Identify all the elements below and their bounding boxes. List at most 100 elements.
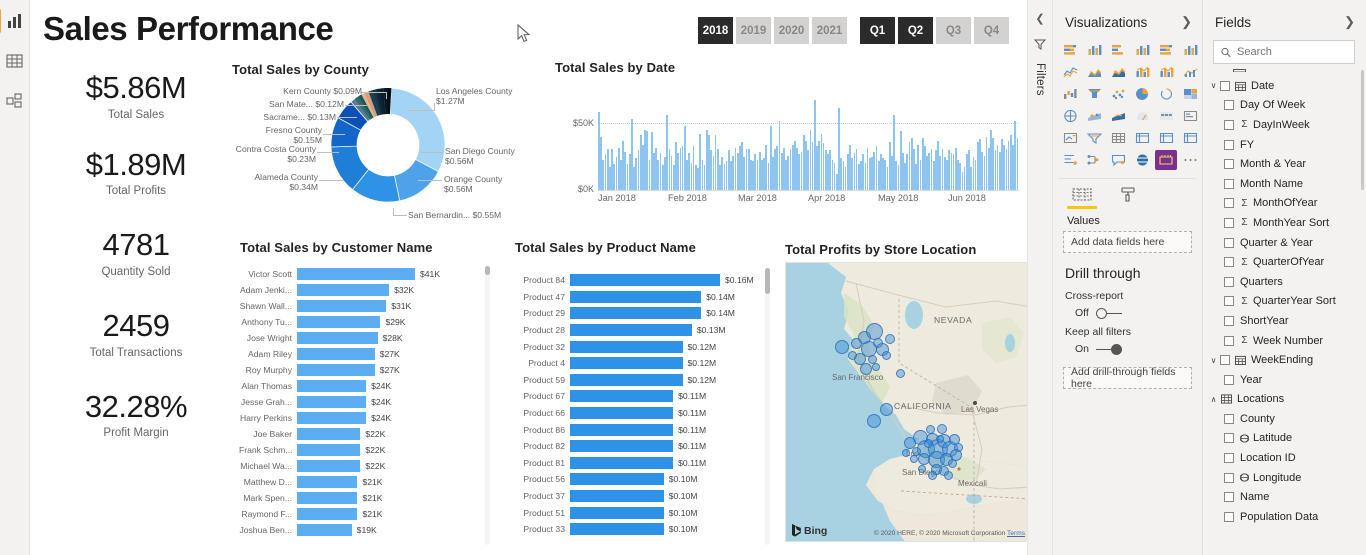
field-checkbox[interactable] [1224,139,1234,150]
bar-row[interactable]: Product 37 $0.10M [514,488,754,505]
bar-row[interactable]: Adam Riley $27K [239,346,440,362]
bar-row[interactable]: Shawn Wall... $31K [239,298,440,314]
field-row-county[interactable]: County [1203,409,1365,429]
stacked-column-chart-icon[interactable] [1083,40,1105,60]
date-bar[interactable] [1016,137,1019,190]
bar[interactable] [297,476,358,488]
map-bubble[interactable] [923,438,933,448]
map-bubble[interactable] [867,414,881,428]
map-bubble[interactable] [937,424,947,434]
map-bubble[interactable] [895,368,905,378]
bar[interactable] [297,428,361,440]
field-row-quarter-year[interactable]: Quarter & Year [1203,233,1365,253]
field-checkbox[interactable] [1224,178,1234,189]
bar-row[interactable]: Joe Baker $22K [239,426,440,442]
kpi-card-quantity-sold[interactable]: 4781 Quantity Sold [50,227,222,278]
collapse-filters-chevron-icon[interactable]: ❮ [1035,12,1044,25]
bar[interactable] [570,506,664,519]
bar-row[interactable]: Product 86 $0.11M [514,421,754,438]
field-checkbox[interactable] [1224,453,1234,464]
chevron-down-icon[interactable]: ∨ [1207,81,1220,90]
card-icon[interactable] [1155,106,1177,126]
bar-row[interactable]: Victor Scott $41K [239,266,440,282]
field-checkbox[interactable] [1224,511,1234,522]
shape-map-icon[interactable] [1107,106,1129,126]
gauge-icon[interactable] [1131,106,1153,126]
bar[interactable] [297,300,387,312]
quarter-slicer-option-q4[interactable]: Q4 [974,17,1009,44]
map-bubble[interactable] [879,402,893,416]
donut-chart-icon[interactable] [1155,84,1177,104]
bar[interactable] [297,492,358,504]
stacked-area-chart-icon[interactable] [1107,62,1129,82]
field-row-population-data[interactable]: Population Data [1203,507,1365,527]
field-row-date[interactable]: ∨ Date [1203,76,1365,96]
map-bubble[interactable] [947,458,957,468]
bar[interactable] [297,396,367,408]
bar[interactable] [297,364,375,376]
map-bubble[interactable] [847,350,857,360]
field-checkbox[interactable] [1224,472,1234,483]
field-row-fy[interactable]: FY [1203,135,1365,155]
100-stacked-bar-chart-icon[interactable] [1155,40,1177,60]
field-row-locations[interactable]: ∧ Locations [1203,390,1365,410]
bar[interactable] [297,316,381,328]
donut-chart[interactable] [327,84,449,206]
visual-total-sales-by-product-name[interactable]: Total Sales by Product Name Product 84 $0… [512,240,774,545]
product-chart-scrollbar[interactable] [765,268,770,545]
field-checkbox[interactable] [1224,276,1234,287]
bar-row[interactable]: Product 4 $0.12M [514,355,754,372]
visual-total-sales-by-customer-name[interactable]: Total Sales by Customer Name Victor Scot… [237,240,490,545]
quarter-slicer-option-q2[interactable]: Q2 [898,17,933,44]
kpi-card-total-profits[interactable]: $1.89M Total Profits [50,147,222,198]
bar-row[interactable]: Raymond F... $21K [239,506,440,522]
r-script-visual-icon[interactable] [1155,128,1177,148]
kpi-card-total-transactions[interactable]: 2459 Total Transactions [50,308,222,359]
treemap-icon[interactable] [1179,84,1201,104]
map-terms-link[interactable]: Terms [1007,530,1025,537]
year-slicer-option-2018[interactable]: 2018 [698,17,733,44]
date-bar-series[interactable] [598,94,1019,190]
field-checkbox[interactable] [1220,80,1230,91]
qa-visual-icon[interactable] [1107,150,1129,170]
field-checkbox[interactable] [1224,217,1234,228]
bar[interactable] [297,460,361,472]
bar-row[interactable]: Product 59 $0.12M [514,372,754,389]
arcgis-map-icon[interactable] [1131,150,1153,170]
product-bar-series[interactable]: Product 84 $0.16M Product 47 $0.14M Product … [514,272,754,538]
bar-row[interactable]: Product 82 $0.11M [514,438,754,455]
bar-row[interactable]: Adam Jenki... $32K [239,282,440,298]
bar-row[interactable]: Frank Schm... $22K [239,442,440,458]
bar-row[interactable]: Mark Spen... $21K [239,490,440,506]
line-clustered-column-chart-icon[interactable] [1155,62,1177,82]
field-checkbox[interactable] [1224,335,1234,346]
visual-total-profits-by-store-location[interactable]: Total Profits by Store Location NEVADA C… [782,242,1027,547]
keep-all-filters-toggle-row[interactable]: On [1053,340,1202,355]
field-row-monthyear-sort[interactable]: Σ MonthYear Sort [1203,213,1365,233]
key-influencers-icon[interactable] [1059,150,1081,170]
stacked-bar-chart-icon[interactable] [1059,40,1081,60]
map-bubble[interactable] [925,424,935,434]
customer-chart-scroll-thumb[interactable] [485,266,490,275]
field-checkbox[interactable] [1224,159,1234,170]
bar[interactable] [570,274,720,287]
visualization-type-gallery[interactable] [1053,40,1202,170]
field-checkbox[interactable] [1224,100,1234,111]
field-checkbox[interactable] [1224,198,1234,209]
collapse-visualizations-chevron-icon[interactable]: ❯ [1181,14,1192,30]
bar[interactable] [570,440,674,453]
bar-row[interactable]: Product 28 $0.13M [514,322,754,339]
map-bubble[interactable] [865,322,883,340]
map-bubble[interactable] [910,455,918,463]
tab-format[interactable] [1113,187,1143,209]
bar[interactable] [570,473,664,486]
field-checkbox[interactable] [1224,433,1234,444]
map-bubble[interactable] [927,470,937,480]
visual-total-sales-by-date[interactable]: Total Sales by Date $50K $0K Jan 2018 Fe… [550,60,1027,220]
field-well-tabs[interactable] [1053,179,1202,209]
field-row-dayinweek[interactable]: Σ DayInWeek [1203,115,1365,135]
drill-through-dropzone[interactable]: Add drill-through fields here [1063,366,1192,390]
bar-row[interactable]: Product 29 $0.14M [514,305,754,322]
field-row-weekending[interactable]: ∨ WeekEnding [1203,350,1365,370]
chevron-down-icon[interactable]: ∨ [1207,356,1220,365]
